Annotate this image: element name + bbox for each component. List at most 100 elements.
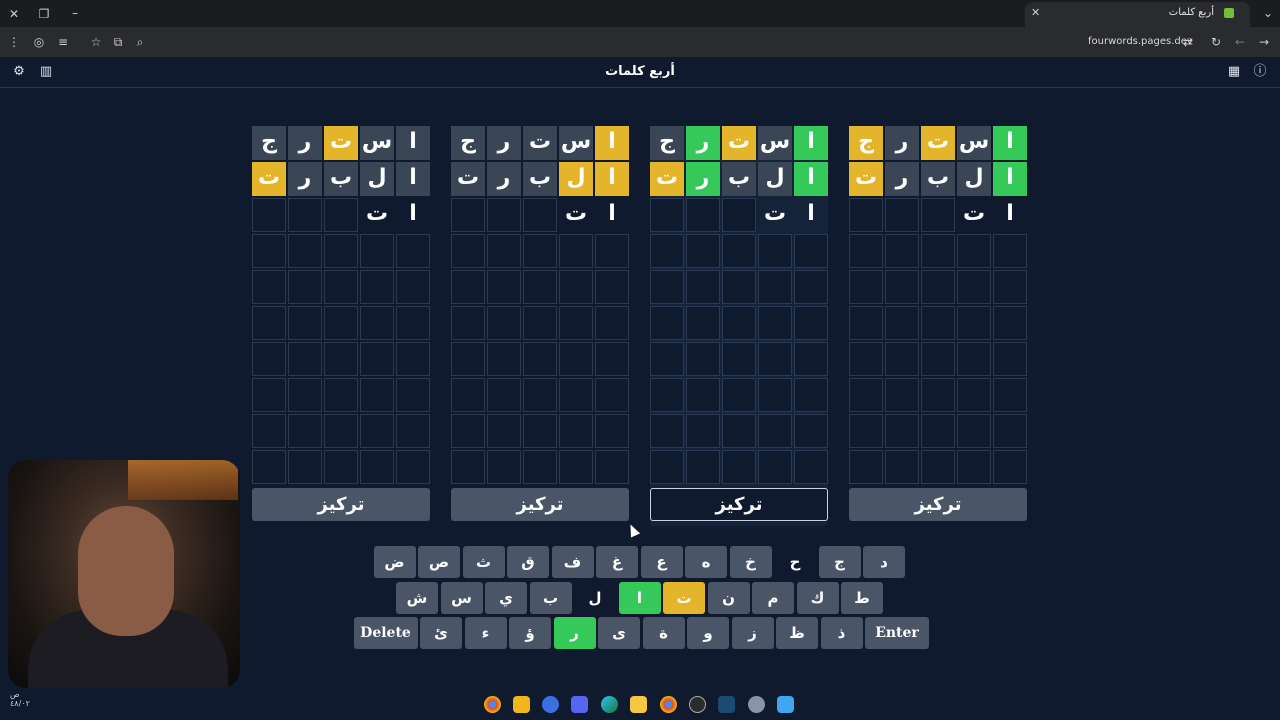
keyboard-key[interactable]: ي <box>485 582 527 614</box>
keyboard-key[interactable]: ط <box>841 582 883 614</box>
reload-icon[interactable]: ↻ <box>1208 35 1224 49</box>
board-cell <box>686 306 720 340</box>
browser-tab[interactable]: ✕ أربع كلمات <box>1025 2 1250 27</box>
board-cell <box>794 270 828 304</box>
keyboard-key[interactable]: س <box>440 582 483 614</box>
board-cell <box>288 342 322 376</box>
tab-close-icon[interactable]: ✕ <box>1031 6 1040 19</box>
restore-window-icon[interactable]: ❐ <box>36 7 52 21</box>
page-title: أربع كلمات <box>605 64 675 79</box>
steam-taskbar-icon[interactable] <box>718 696 735 713</box>
keyboard-key[interactable]: ل <box>574 582 616 614</box>
keyboard-key[interactable]: غ <box>596 546 638 578</box>
discord-taskbar-icon[interactable] <box>571 696 588 713</box>
rockstar-taskbar-icon[interactable] <box>513 696 530 713</box>
enter-key[interactable]: Enter <box>865 617 929 649</box>
calendar-icon[interactable]: ▦ <box>1227 65 1241 79</box>
keyboard-key[interactable]: د <box>863 546 905 578</box>
windows-start-icon[interactable] <box>777 696 794 713</box>
board-cell <box>921 234 955 268</box>
keyboard-key[interactable]: ذ <box>820 617 863 649</box>
keyboard-key[interactable]: ن <box>707 582 750 614</box>
keyboard-key[interactable]: ض <box>373 546 416 578</box>
keyboard-key[interactable]: ة <box>642 617 685 649</box>
board-cell: ر <box>686 162 720 196</box>
focus-button[interactable]: تركيز <box>451 488 629 521</box>
keyboard-key[interactable]: ف <box>551 546 594 578</box>
keyboard-key[interactable]: ر <box>553 617 596 649</box>
board-cell <box>523 306 557 340</box>
board-cell <box>794 234 828 268</box>
keyboard-key[interactable]: ش <box>396 582 438 614</box>
chrome-profile-taskbar-icon[interactable] <box>660 696 677 713</box>
address-bar[interactable]: fourwords.pages.dev <box>1088 36 1193 47</box>
board-cell <box>885 414 919 448</box>
keyboard-key[interactable]: م <box>752 582 794 614</box>
keyboard-key[interactable]: ء <box>464 617 507 649</box>
keyboard-key[interactable]: خ <box>729 546 772 578</box>
board-cell: ر <box>885 162 919 196</box>
board-cell: ت <box>849 162 883 196</box>
profile-icon[interactable]: ◎ <box>31 35 47 49</box>
board-cell: ل <box>360 162 394 196</box>
app-taskbar-icon[interactable] <box>542 696 559 713</box>
info-icon[interactable]: ⓘ <box>1253 65 1267 79</box>
zoom-icon[interactable]: ⌕ <box>132 35 148 49</box>
board-cell: ا <box>807 201 815 226</box>
keyboard-key[interactable]: ب <box>529 582 572 614</box>
keyboard-key[interactable]: ظ <box>776 617 818 649</box>
keyboard-key[interactable]: ه <box>685 546 727 578</box>
board-cell <box>758 378 792 412</box>
board-cell <box>849 270 883 304</box>
keyboard-key[interactable]: ى <box>598 617 640 649</box>
close-window-icon[interactable]: ✕ <box>6 7 22 21</box>
keyboard-key[interactable]: ج <box>818 546 861 578</box>
keyboard-key[interactable]: ك <box>796 582 839 614</box>
keyboard-key[interactable]: ص <box>418 546 460 578</box>
board-cell <box>252 450 286 484</box>
site-settings-icon[interactable]: ⇄ <box>1180 35 1196 49</box>
board-cell <box>885 234 919 268</box>
settings-taskbar-icon[interactable] <box>748 696 765 713</box>
menu-icon[interactable]: ⋮ <box>6 35 22 49</box>
back-icon[interactable]: → <box>1256 35 1272 49</box>
keyboard-key[interactable]: ت <box>663 582 705 614</box>
board-cell: ب <box>722 162 756 196</box>
keyboard-key[interactable]: ؤ <box>509 617 551 649</box>
obs-taskbar-icon[interactable] <box>689 696 706 713</box>
board-2[interactable]: ا س ت ر ج ا ل ب ر ت ا ت تركيز <box>451 126 629 526</box>
tab-search-icon[interactable]: ⌄ <box>1260 6 1276 20</box>
delete-key[interactable]: Delete <box>353 617 418 649</box>
keyboard-key[interactable]: ئ <box>420 617 462 649</box>
keyboard-key[interactable]: و <box>687 617 729 649</box>
board-cell <box>595 450 629 484</box>
board-cell <box>595 270 629 304</box>
forward-icon[interactable]: ← <box>1232 35 1248 49</box>
keyboard-key[interactable]: ق <box>507 546 549 578</box>
minimize-window-icon[interactable]: – <box>67 6 83 20</box>
keyboard-key[interactable]: ع <box>640 546 683 578</box>
board-cell: ر <box>487 162 521 196</box>
board-cell <box>686 198 720 232</box>
reading-mode-icon[interactable]: ≡ <box>55 35 71 49</box>
board-cell <box>794 342 828 376</box>
keyboard-key[interactable]: ث <box>462 546 505 578</box>
board-3[interactable]: ا س ت ر ج ا ل ب ر ت ا ت تركيز <box>650 126 828 526</box>
file-explorer-taskbar-icon[interactable] <box>630 696 647 713</box>
board-cell <box>849 378 883 412</box>
board-cell <box>921 378 955 412</box>
focus-button[interactable]: تركيز <box>252 488 430 521</box>
board-4[interactable]: ا س ت ر ج ا ل ب ر ت ا ت تركيز <box>849 126 1027 526</box>
focus-button[interactable]: تركيز <box>849 488 1027 521</box>
keyboard-key[interactable]: ا <box>618 582 661 614</box>
bookmark-star-icon[interactable]: ☆ <box>88 35 104 49</box>
chrome-taskbar-icon[interactable] <box>484 696 501 713</box>
focus-button[interactable]: تركيز <box>650 488 828 521</box>
board-cell <box>360 270 394 304</box>
keyboard-key[interactable]: ز <box>731 617 774 649</box>
install-app-icon[interactable]: ⧉ <box>110 35 126 49</box>
keyboard-key[interactable]: ح <box>774 546 816 578</box>
edge-taskbar-icon[interactable] <box>601 696 618 713</box>
board-cell <box>686 234 720 268</box>
board-1[interactable]: ا س ت ر ج ا ل ب ر ت ا ت تركيز <box>252 126 430 526</box>
